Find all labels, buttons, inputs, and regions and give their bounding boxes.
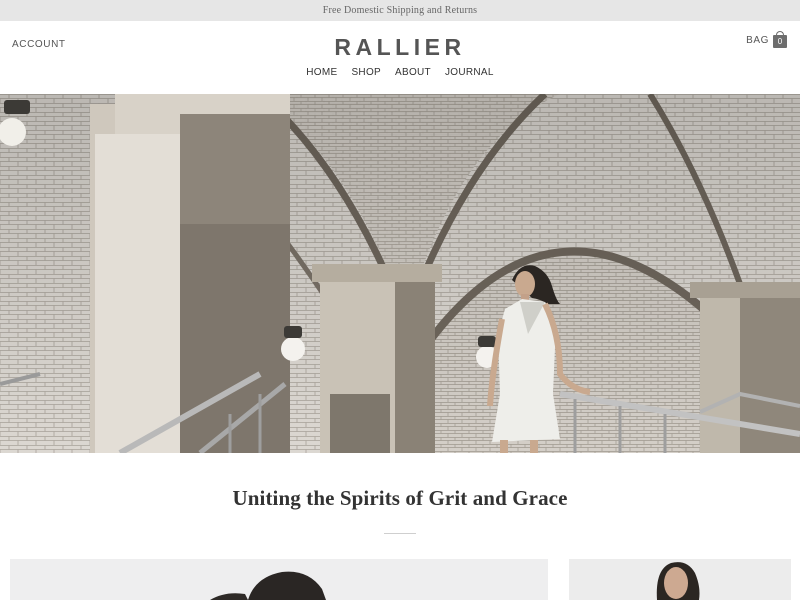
bag-label: BAG [746,35,769,46]
main-nav: HOME SHOP ABOUT JOURNAL [0,67,800,78]
brand-logo[interactable]: RALLIER [0,34,800,61]
hero-image[interactable] [0,94,800,453]
announcement-text: Free Domestic Shipping and Returns [322,5,478,16]
section-divider [384,533,416,534]
announcement-bar: Free Domestic Shipping and Returns [0,0,800,21]
model-image-right [569,559,791,600]
hero-illustration [0,94,800,453]
site-header: ACCOUNT RALLIER HOME SHOP ABOUT JOURNAL … [0,21,800,94]
shopping-bag-icon: 0 [773,31,787,48]
feature-tile-right[interactable] [569,559,791,600]
tagline-heading: Uniting the Spirits of Grit and Grace [232,486,568,510]
bag-count: 0 [777,37,783,46]
nav-item-journal[interactable]: JOURNAL [445,67,494,78]
nav-item-shop[interactable]: SHOP [351,67,381,78]
nav-item-home[interactable]: HOME [306,67,337,78]
bag-link[interactable]: BAG 0 [746,31,787,48]
feature-tile-left[interactable] [10,559,548,600]
model-image-left [10,559,548,600]
nav-item-about[interactable]: ABOUT [395,67,431,78]
